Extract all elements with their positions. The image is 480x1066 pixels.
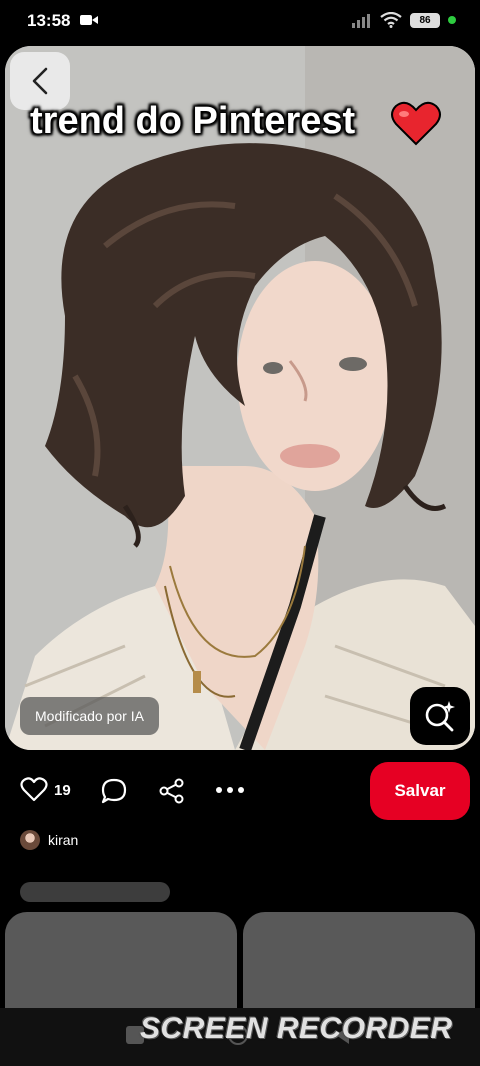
portrait-illustration [5,46,475,750]
status-bar: 13:58 86 [0,0,480,44]
comment-button[interactable] [100,777,128,810]
loading-skeleton-card [5,912,237,1022]
screen-record-icon [80,15,98,25]
status-time: 13:58 [27,11,71,30]
visual-search-button[interactable] [410,687,470,745]
privacy-indicator-dot [448,16,456,24]
more-dot-icon [216,787,222,793]
author-link[interactable]: kiran [20,830,78,850]
pin-image[interactable] [5,46,475,750]
signal-icon [352,14,370,28]
share-button[interactable] [158,777,186,810]
save-button[interactable]: Salvar [370,762,470,820]
loading-skeleton-card [243,912,475,1022]
heart-outline-icon [20,777,48,802]
share-icon [159,778,184,804]
chevron-left-icon [32,67,48,95]
author-avatar [20,830,40,850]
pin-action-row: 19 Salvar [0,760,480,822]
author-name: kiran [48,832,79,848]
status-right-group: 86 [352,12,456,28]
loading-skeleton-bar [20,882,170,902]
red-heart-emoji-icon [391,101,441,146]
like-button[interactable]: 19 [20,777,71,803]
ai-modified-badge[interactable]: Modificado por IA [20,697,159,735]
lens-search-sparkle-icon [425,701,455,732]
more-dot-icon [227,787,233,793]
screen-recorder-watermark: SCREEN RECORDER [140,1012,453,1045]
pin-overlay-text: trend do Pinterest [30,100,356,142]
more-options-button[interactable] [216,787,244,793]
wifi-icon [380,12,402,28]
comment-bubble-icon [101,778,127,804]
battery-indicator: 86 [410,12,440,28]
like-count: 19 [54,781,71,799]
more-dot-icon [238,787,244,793]
